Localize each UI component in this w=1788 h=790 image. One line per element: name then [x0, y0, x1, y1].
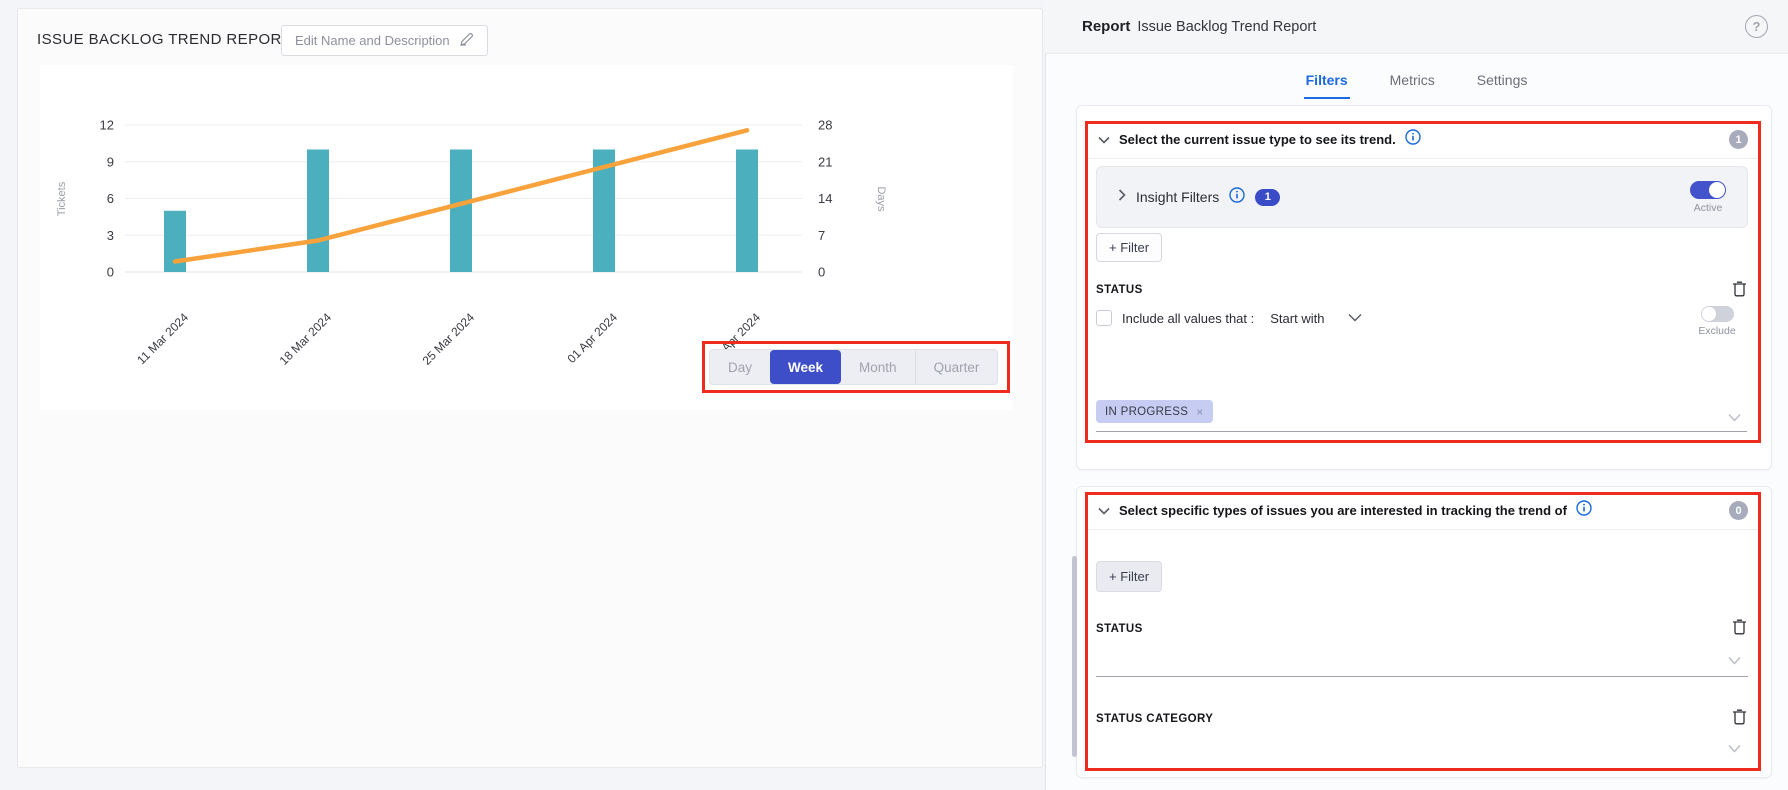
svg-text:Tickets: Tickets: [56, 181, 68, 216]
add-filter-button[interactable]: + Filter: [1096, 561, 1162, 592]
tab-filters[interactable]: Filters: [1304, 66, 1350, 99]
status-filter-label: STATUS: [1096, 623, 1143, 635]
period-option-day[interactable]: Day: [710, 350, 770, 384]
status-category-filter-label: STATUS CATEGORY: [1096, 713, 1213, 725]
section1-header: Select the current issue type to see its…: [1085, 121, 1761, 159]
svg-text:28: 28: [818, 118, 832, 133]
page-title: ISSUE BACKLOG TREND REPORT: [37, 31, 291, 48]
section2-count-badge: 0: [1729, 501, 1748, 520]
insight-filters-card: Insight Filters 1 Active: [1096, 166, 1748, 228]
status-value-chip[interactable]: IN PROGRESS ×: [1096, 400, 1213, 423]
svg-text:01 Apr 2024: 01 Apr 2024: [564, 310, 620, 366]
info-icon[interactable]: [1229, 187, 1245, 208]
chevron-down-icon[interactable]: [1728, 409, 1741, 427]
svg-text:14: 14: [818, 191, 832, 206]
include-values-checkbox[interactable]: [1096, 310, 1112, 326]
svg-text:7: 7: [818, 228, 825, 243]
insight-toggle-state-label: Active: [1694, 202, 1723, 214]
chip-label: IN PROGRESS: [1105, 406, 1188, 418]
panel-title-value: Issue Backlog Trend Report: [1137, 19, 1316, 35]
trash-icon[interactable]: [1732, 280, 1747, 302]
panel-scrollbar-thumb[interactable]: [1072, 556, 1077, 757]
svg-text:25 Mar 2024: 25 Mar 2024: [420, 310, 478, 368]
help-icon[interactable]: ?: [1745, 15, 1768, 38]
section1-title: Select the current issue type to see its…: [1119, 132, 1396, 147]
section2-title: Select specific types of issues you are …: [1119, 503, 1567, 518]
insight-filters-toggle[interactable]: [1690, 181, 1726, 199]
insight-filters-label: Insight Filters: [1136, 189, 1219, 205]
svg-text:11 Mar 2024: 11 Mar 2024: [134, 310, 191, 367]
svg-text:9: 9: [107, 154, 114, 169]
close-icon[interactable]: ×: [1196, 405, 1203, 419]
period-option-week[interactable]: Week: [770, 350, 841, 384]
operator-dropdown[interactable]: Start with: [1270, 311, 1324, 326]
section2-header: Select specific types of issues you are …: [1085, 492, 1761, 530]
trash-icon[interactable]: [1732, 618, 1747, 640]
chevron-down-icon[interactable]: [1098, 131, 1110, 149]
exclude-toggle-label: Exclude: [1698, 325, 1735, 337]
panel-tabs: Filters Metrics Settings: [1045, 66, 1788, 99]
svg-text:0: 0: [107, 265, 114, 280]
svg-text:6: 6: [107, 191, 114, 206]
info-icon[interactable]: [1405, 129, 1421, 150]
trash-icon[interactable]: [1732, 708, 1747, 730]
add-filter-label: + Filter: [1109, 569, 1149, 584]
info-icon[interactable]: [1576, 500, 1592, 521]
insight-filters-count-badge: 1: [1255, 189, 1280, 206]
status-filter-label: STATUS: [1096, 284, 1143, 296]
add-filter-button[interactable]: + Filter: [1096, 233, 1162, 262]
section1-count-badge: 1: [1729, 130, 1748, 149]
panel-header: Report Issue Backlog Trend Report ?: [1045, 0, 1788, 54]
svg-text:Days: Days: [875, 186, 887, 212]
period-option-quarter[interactable]: Quarter: [915, 350, 998, 384]
exclude-toggle[interactable]: [1701, 306, 1734, 322]
svg-text:18 Mar 2024: 18 Mar 2024: [277, 310, 335, 368]
chevron-down-icon[interactable]: [1348, 309, 1362, 327]
chevron-down-icon[interactable]: [1728, 652, 1741, 670]
period-option-month[interactable]: Month: [841, 350, 915, 384]
svg-text:3: 3: [107, 228, 114, 243]
tab-metrics[interactable]: Metrics: [1388, 66, 1437, 99]
chevron-down-icon[interactable]: [1098, 502, 1110, 520]
panel-title-label: Report: [1082, 18, 1130, 35]
pencil-icon: [459, 32, 474, 50]
add-filter-label: + Filter: [1109, 240, 1149, 255]
include-values-label: Include all values that :: [1122, 311, 1254, 326]
svg-text:21: 21: [818, 154, 832, 169]
status2-select-underline: [1096, 676, 1748, 677]
edit-name-description-button[interactable]: Edit Name and Description: [281, 25, 488, 56]
exclude-toggle-wrap: Exclude: [1692, 306, 1742, 337]
chevron-right-icon[interactable]: [1118, 188, 1126, 206]
status-select-underline: [1096, 431, 1747, 432]
tab-settings[interactable]: Settings: [1475, 66, 1530, 99]
svg-text:12: 12: [100, 118, 114, 133]
edit-button-label: Edit Name and Description: [295, 33, 450, 48]
chevron-down-icon[interactable]: [1728, 740, 1741, 758]
include-values-row: Include all values that : Start with: [1096, 309, 1362, 327]
period-toggle-group: DayWeekMonthQuarter: [709, 349, 998, 385]
svg-text:0: 0: [818, 265, 825, 280]
